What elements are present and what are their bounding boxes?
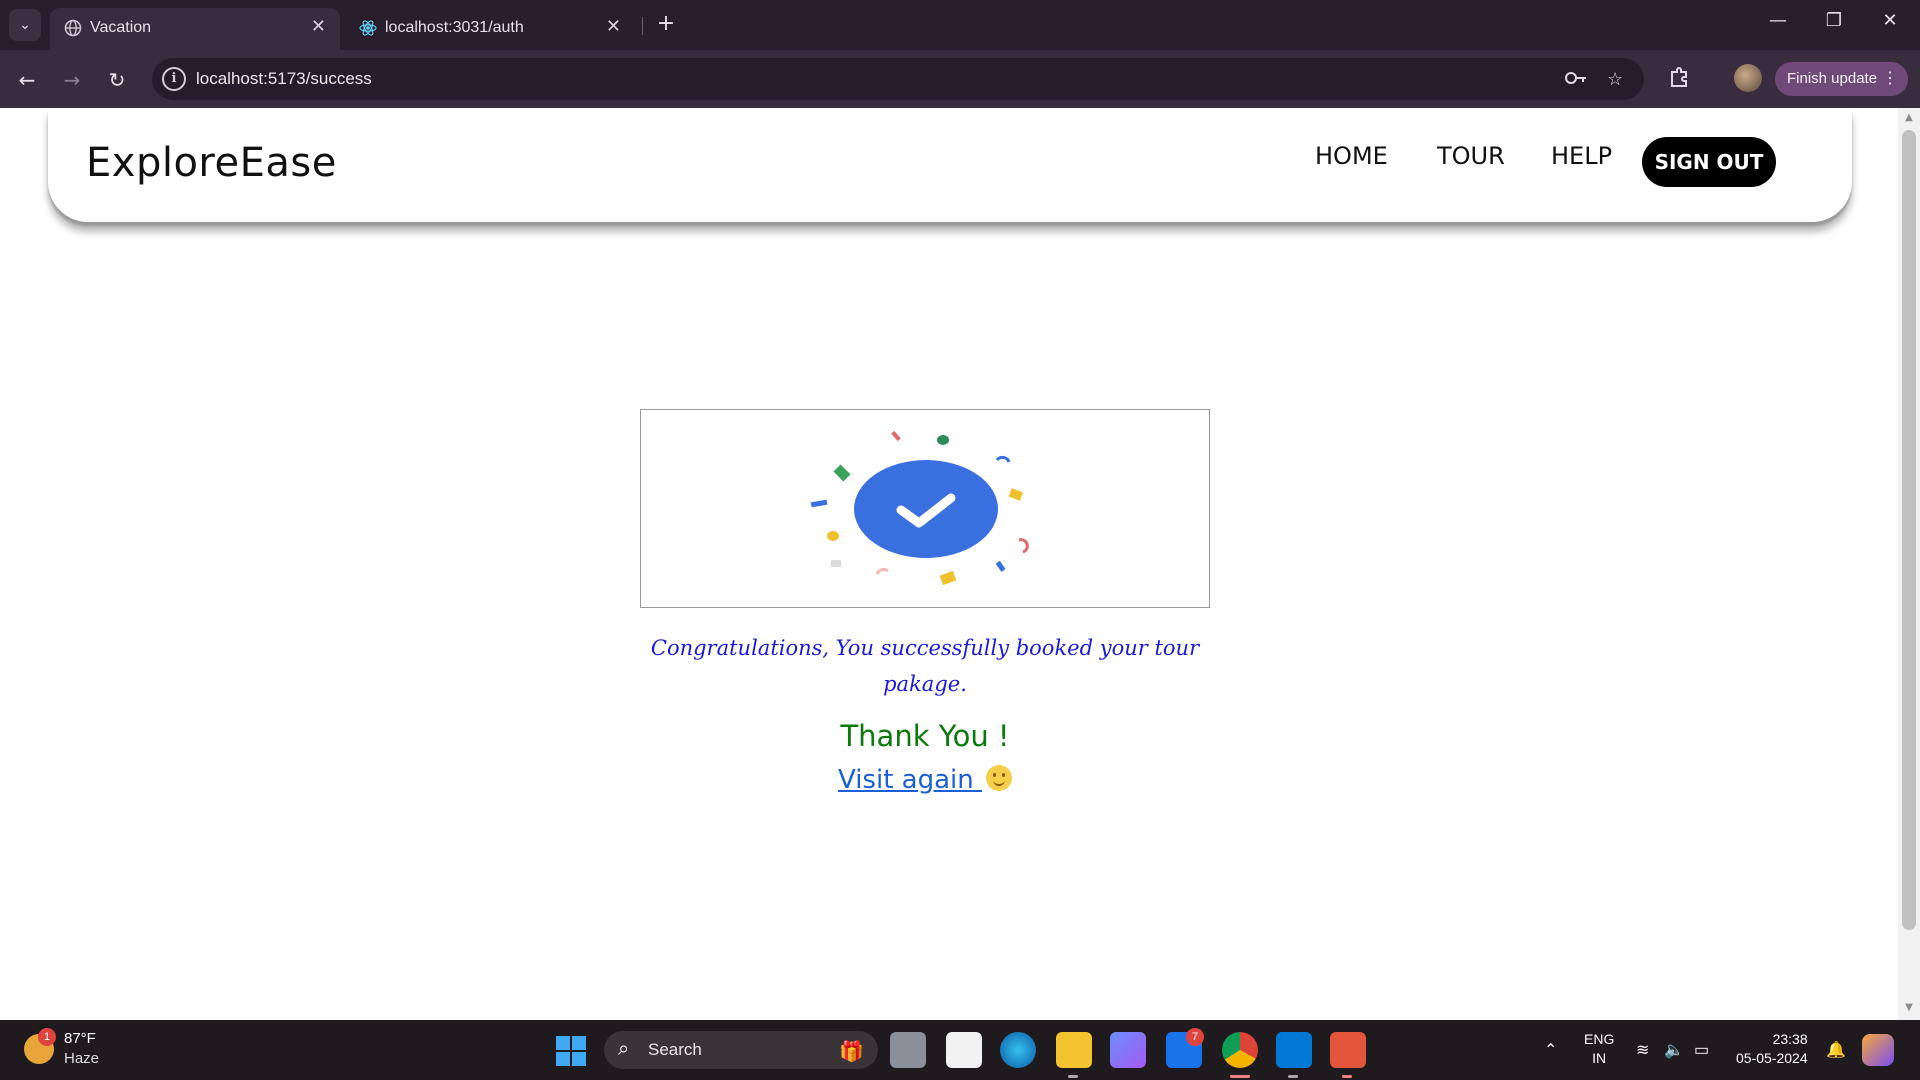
running-indicator <box>1230 1075 1250 1078</box>
language-code: ENG <box>1584 1031 1615 1047</box>
extensions-puzzle-icon[interactable] <box>1668 66 1690 93</box>
copilot-app-icon[interactable] <box>1110 1032 1146 1068</box>
thank-you-heading: Thank You ! <box>840 719 1010 753</box>
clock-time: 23:38 <box>1772 1031 1808 1047</box>
running-indicator <box>1342 1075 1352 1078</box>
nav-home-link[interactable]: HOME <box>1315 142 1388 170</box>
address-bar[interactable]: i localhost:5173/success ☆ <box>152 58 1644 100</box>
vscode-app-icon[interactable] <box>1276 1032 1312 1068</box>
windows-taskbar: 1 87°F Haze ⌕ Search 🎁 7 ⌃ ENG IN ≋ 🔈 ▭ … <box>0 1020 1920 1080</box>
region-code: IN <box>1592 1050 1607 1066</box>
site-logo[interactable]: ExploreEase <box>86 140 337 186</box>
input-language-indicator[interactable]: ENG IN <box>1584 1030 1614 1068</box>
edge-browser-icon[interactable] <box>1000 1032 1036 1068</box>
scroll-down-icon[interactable]: ▼ <box>1902 1002 1916 1013</box>
close-tab-icon[interactable]: ✕ <box>606 16 621 37</box>
battery-icon[interactable]: ▭ <box>1694 1040 1709 1060</box>
nav-tour-link[interactable]: TOUR <box>1437 142 1505 170</box>
tab-strip: ⌄ Vacation ✕ localhost:3031/auth ✕ + — ❐… <box>0 0 1920 50</box>
chrome-browser-icon[interactable] <box>1222 1032 1258 1068</box>
profile-avatar[interactable] <box>1734 64 1762 92</box>
task-view-icon[interactable] <box>890 1032 926 1068</box>
scroll-up-icon[interactable]: ▲ <box>1902 112 1916 123</box>
page-scrollbar[interactable]: ▲ ▼ <box>1898 108 1920 1020</box>
amazon-app-icon[interactable] <box>946 1032 982 1068</box>
new-tab-button[interactable]: + <box>652 10 680 38</box>
wifi-icon[interactable]: ≋ <box>1636 1040 1649 1060</box>
finish-update-button[interactable]: Finish update ⋮ <box>1775 62 1908 96</box>
url-text[interactable]: localhost:5173/success <box>196 69 372 89</box>
visit-again-row: Visit again <box>650 765 1200 795</box>
running-indicator <box>1288 1075 1298 1078</box>
site-info-icon[interactable]: i <box>162 67 186 91</box>
booking-success-message: Congratulations, You successfully booked… <box>650 636 1200 696</box>
minimize-icon[interactable]: — <box>1758 10 1798 31</box>
tab-title: localhost:3031/auth <box>385 19 524 36</box>
page-viewport: ExploreEase HOME TOUR HELP SIGN OUT Cong… <box>0 108 1898 1020</box>
password-key-icon[interactable] <box>1564 69 1588 92</box>
tab-search-menu-button[interactable]: ⌄ <box>9 9 41 41</box>
git-app-icon[interactable] <box>1330 1032 1366 1068</box>
close-tab-icon[interactable]: ✕ <box>311 16 326 37</box>
tab-auth[interactable]: localhost:3031/auth ✕ <box>345 8 635 50</box>
more-menu-icon[interactable]: ⋮ <box>1882 62 1898 96</box>
visit-again-link[interactable]: Visit again <box>838 765 982 795</box>
success-check-icon <box>810 430 1029 586</box>
taskbar-search-box[interactable]: ⌕ Search 🎁 <box>604 1031 878 1069</box>
restore-icon[interactable]: ❐ <box>1814 10 1854 31</box>
success-illustration <box>640 409 1210 608</box>
back-arrow-icon[interactable]: ← <box>12 65 42 95</box>
site-navbar: ExploreEase HOME TOUR HELP SIGN OUT <box>48 108 1852 222</box>
globe-icon <box>64 19 82 37</box>
finish-update-label: Finish update <box>1787 70 1878 87</box>
bookmark-star-icon[interactable]: ☆ <box>1607 69 1623 90</box>
system-clock[interactable]: 23:38 05-05-2024 <box>1736 1030 1808 1068</box>
react-icon <box>359 19 377 37</box>
mail-badge: 7 <box>1186 1028 1204 1046</box>
browser-toolbar: ← → ↻ i localhost:5173/success ☆ Finish … <box>0 50 1920 108</box>
running-indicator <box>1068 1075 1078 1078</box>
clock-date: 05-05-2024 <box>1736 1050 1808 1066</box>
smiley-emoji-icon <box>986 765 1012 791</box>
volume-icon[interactable]: 🔈 <box>1664 1040 1684 1060</box>
show-hidden-icons-icon[interactable]: ⌃ <box>1544 1040 1557 1060</box>
nav-help-link[interactable]: HELP <box>1551 142 1612 170</box>
taskbar-search-label: Search <box>648 1040 702 1059</box>
copilot-tray-icon[interactable] <box>1862 1034 1894 1066</box>
weather-temperature[interactable]: 87°F <box>64 1030 96 1047</box>
tab-divider <box>642 17 643 35</box>
weather-condition[interactable]: Haze <box>64 1050 99 1067</box>
forward-arrow-icon[interactable]: → <box>57 65 87 95</box>
notification-bell-icon[interactable]: 🔔 <box>1826 1040 1846 1060</box>
search-highlight-icon: 🎁 <box>839 1041 864 1063</box>
search-icon: ⌕ <box>618 1038 630 1060</box>
tab-title: Vacation <box>90 19 152 36</box>
reload-icon[interactable]: ↻ <box>102 65 132 95</box>
tab-vacation[interactable]: Vacation ✕ <box>50 8 340 50</box>
sign-out-button[interactable]: SIGN OUT <box>1642 137 1776 187</box>
windows-start-icon[interactable] <box>556 1036 586 1066</box>
close-window-icon[interactable]: ✕ <box>1870 10 1910 31</box>
file-explorer-icon[interactable] <box>1056 1032 1092 1068</box>
scrollbar-thumb[interactable] <box>1902 130 1916 930</box>
weather-badge: 1 <box>38 1028 56 1046</box>
